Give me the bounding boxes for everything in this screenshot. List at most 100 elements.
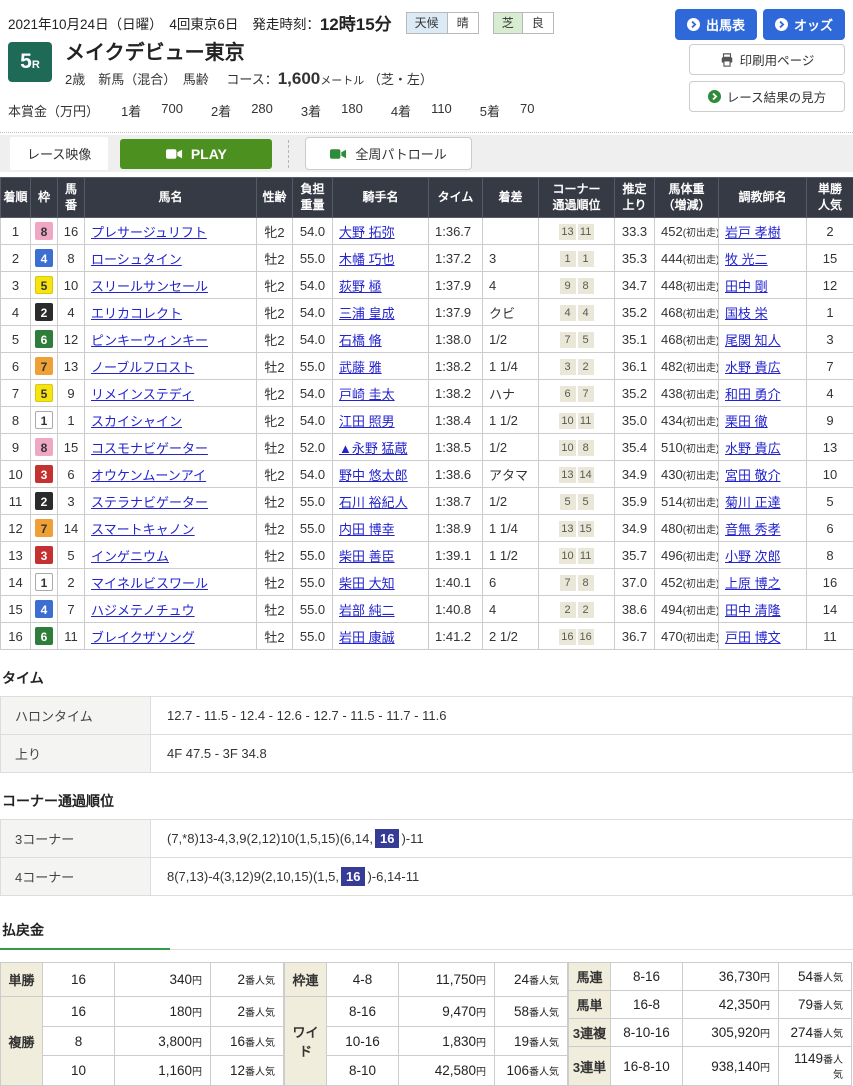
horse-name-link[interactable]: ハジメテノチュウ xyxy=(91,603,195,618)
corner-position-badge: 11 xyxy=(578,224,594,240)
trainer-name-link[interactable]: 田中 剛 xyxy=(725,279,768,294)
corner-position-badge: 13 xyxy=(559,224,575,240)
jockey-name-link[interactable]: 荻野 極 xyxy=(339,279,382,294)
estimated-last-3f: 35.9 xyxy=(615,488,655,515)
horse-name-link[interactable]: リメインステディ xyxy=(91,387,194,402)
jockey-name-link[interactable]: 内田 博幸 xyxy=(339,522,395,537)
trainer-name-link[interactable]: 上原 博之 xyxy=(725,576,781,591)
horse-name-link[interactable]: ステラナビゲーター xyxy=(91,495,208,510)
trainer-name-link[interactable]: 菊川 正達 xyxy=(725,495,781,510)
jockey-name-link[interactable]: 石川 裕紀人 xyxy=(339,495,408,510)
payout-popularity-cell: 2番人気 xyxy=(211,997,284,1027)
horse-name-link[interactable]: オウケンムーンアイ xyxy=(91,468,206,483)
payout-popularity: 24 xyxy=(514,972,529,987)
jockey-name-link[interactable]: 岩部 純二 xyxy=(339,603,395,618)
carried-weight: 55.0 xyxy=(293,542,333,569)
jockey-name-link[interactable]: 柴田 大知 xyxy=(339,576,395,591)
horse-name-link[interactable]: ピンキーウィンキー xyxy=(91,333,208,348)
jockey-name-link[interactable]: 石橋 脩 xyxy=(339,333,382,348)
corner-positions-cell: 108 xyxy=(539,434,615,461)
jockey-name-link[interactable]: ▲永野 猛蔵 xyxy=(339,441,407,456)
trainer-name-link[interactable]: 音無 秀孝 xyxy=(725,522,781,537)
payout-popularity: 2 xyxy=(237,972,245,987)
horse-weight: 496 xyxy=(661,548,683,563)
corner-position-badge: 8 xyxy=(578,278,594,294)
payout-row: 10-161,830円19番人気 xyxy=(285,1026,568,1056)
jockey-name-link[interactable]: 戸崎 圭太 xyxy=(339,387,395,402)
circle-arrow-icon xyxy=(775,18,788,31)
jockey-name-link[interactable]: 三浦 皇成 xyxy=(339,306,395,321)
horse-name-link[interactable]: プレサージュリフト xyxy=(91,225,207,240)
trainer-name-link[interactable]: 小野 次郎 xyxy=(725,549,781,564)
play-button[interactable]: PLAY xyxy=(120,139,272,169)
jockey-name-link[interactable]: 木幡 巧也 xyxy=(339,252,395,267)
print-page-button[interactable]: 印刷用ページ xyxy=(689,44,845,75)
corner-position-badge: 13 xyxy=(559,467,575,483)
trainer-name-link[interactable]: 牧 光二 xyxy=(725,252,768,267)
trainer-name-link[interactable]: 和田 勇介 xyxy=(725,387,781,402)
horse-weight-note: (初出走) xyxy=(683,606,719,617)
results-guide-button[interactable]: レース結果の見方 xyxy=(689,81,845,112)
payout-amount: 340 xyxy=(169,972,192,987)
prize-rank: 5着 xyxy=(480,101,500,120)
jockey-name-link[interactable]: 江田 照男 xyxy=(339,414,395,429)
jockey-name-link[interactable]: 柴田 善臣 xyxy=(339,549,395,564)
jockey-name-link[interactable]: 岩田 康誠 xyxy=(339,630,395,645)
highlighted-horse-number: 16 xyxy=(375,829,399,848)
trainer-name-link[interactable]: 水野 貴広 xyxy=(725,360,781,375)
sex-age: 牝2 xyxy=(257,407,293,434)
payout-popularity-cell: 24番人気 xyxy=(495,963,568,997)
entries-button[interactable]: 出馬表 xyxy=(675,9,757,40)
trainer-name-link[interactable]: 水野 貴広 xyxy=(725,441,781,456)
estimated-last-3f: 35.0 xyxy=(615,407,655,434)
trainer-name-link[interactable]: 栗田 徹 xyxy=(725,414,768,429)
horse-weight: 510 xyxy=(661,440,683,455)
payout-row: ワイド8-169,470円58番人気 xyxy=(285,997,568,1027)
horse-name-link[interactable]: スカイシャイン xyxy=(91,414,182,429)
horse-name-cell: インゲニウム xyxy=(85,542,257,569)
popularity-suffix: 番人気 xyxy=(245,1008,275,1019)
frame-number-badge: 3 xyxy=(35,465,53,483)
frame-cell: 3 xyxy=(31,461,58,488)
patrol-video-button[interactable]: 全周パトロール xyxy=(305,137,471,170)
horse-name-link[interactable]: ノーブルフロスト xyxy=(91,360,194,375)
trainer-name-link[interactable]: 国枝 栄 xyxy=(725,306,768,321)
horse-name-link[interactable]: ローシュタイン xyxy=(91,252,182,267)
finish-position: 12 xyxy=(1,515,31,542)
sex-age: 牡2 xyxy=(257,245,293,272)
horse-name-link[interactable]: マイネルビスワール xyxy=(91,576,208,591)
carried-weight: 55.0 xyxy=(293,353,333,380)
finish-position: 3 xyxy=(1,272,31,299)
frame-cell: 4 xyxy=(31,596,58,623)
trainer-name-link[interactable]: 田中 清隆 xyxy=(725,603,781,618)
payout-amount-cell: 3,800円 xyxy=(115,1026,211,1056)
horse-name-link[interactable]: インゲニウム xyxy=(91,549,169,564)
horse-weight-note: (初出走) xyxy=(683,336,719,347)
furlong-time-label: ハロンタイム xyxy=(1,697,151,735)
payout-amount: 42,580 xyxy=(435,1063,476,1078)
horse-number: 8 xyxy=(58,245,85,272)
jockey-name-link[interactable]: 野中 悠太郎 xyxy=(339,468,408,483)
sex-age: 牝2 xyxy=(257,326,293,353)
finish-time: 1:37.9 xyxy=(429,299,483,326)
trainer-name-link[interactable]: 尾関 知人 xyxy=(725,333,781,348)
corner-positions-cell: 11 xyxy=(539,245,615,272)
horse-name-link[interactable]: ブレイクザソング xyxy=(91,630,195,645)
jockey-name-link[interactable]: 武藤 雅 xyxy=(339,360,382,375)
corner-position-badge: 10 xyxy=(559,548,575,564)
horse-name-cell: スリールサンセール xyxy=(85,272,257,299)
jockey-name-link[interactable]: 大野 拓弥 xyxy=(339,225,395,240)
trainer-name-link[interactable]: 戸田 博文 xyxy=(725,630,781,645)
column-header: 騎手名 xyxy=(333,178,429,218)
horse-name-link[interactable]: スマートキャノン xyxy=(91,522,195,537)
horse-name-link[interactable]: コスモナビゲーター xyxy=(91,441,208,456)
payout-amount: 938,140 xyxy=(711,1059,760,1074)
horse-name-link[interactable]: スリールサンセール xyxy=(91,279,208,294)
weather-label: 天候 xyxy=(407,13,448,33)
yen-suffix: 円 xyxy=(192,1008,202,1019)
horse-weight: 448 xyxy=(661,278,683,293)
horse-name-link[interactable]: エリカコレクト xyxy=(91,306,182,321)
trainer-name-link[interactable]: 岩戸 孝樹 xyxy=(725,225,781,240)
trainer-name-link[interactable]: 宮田 敬介 xyxy=(725,468,781,483)
odds-button[interactable]: オッズ xyxy=(763,9,845,40)
